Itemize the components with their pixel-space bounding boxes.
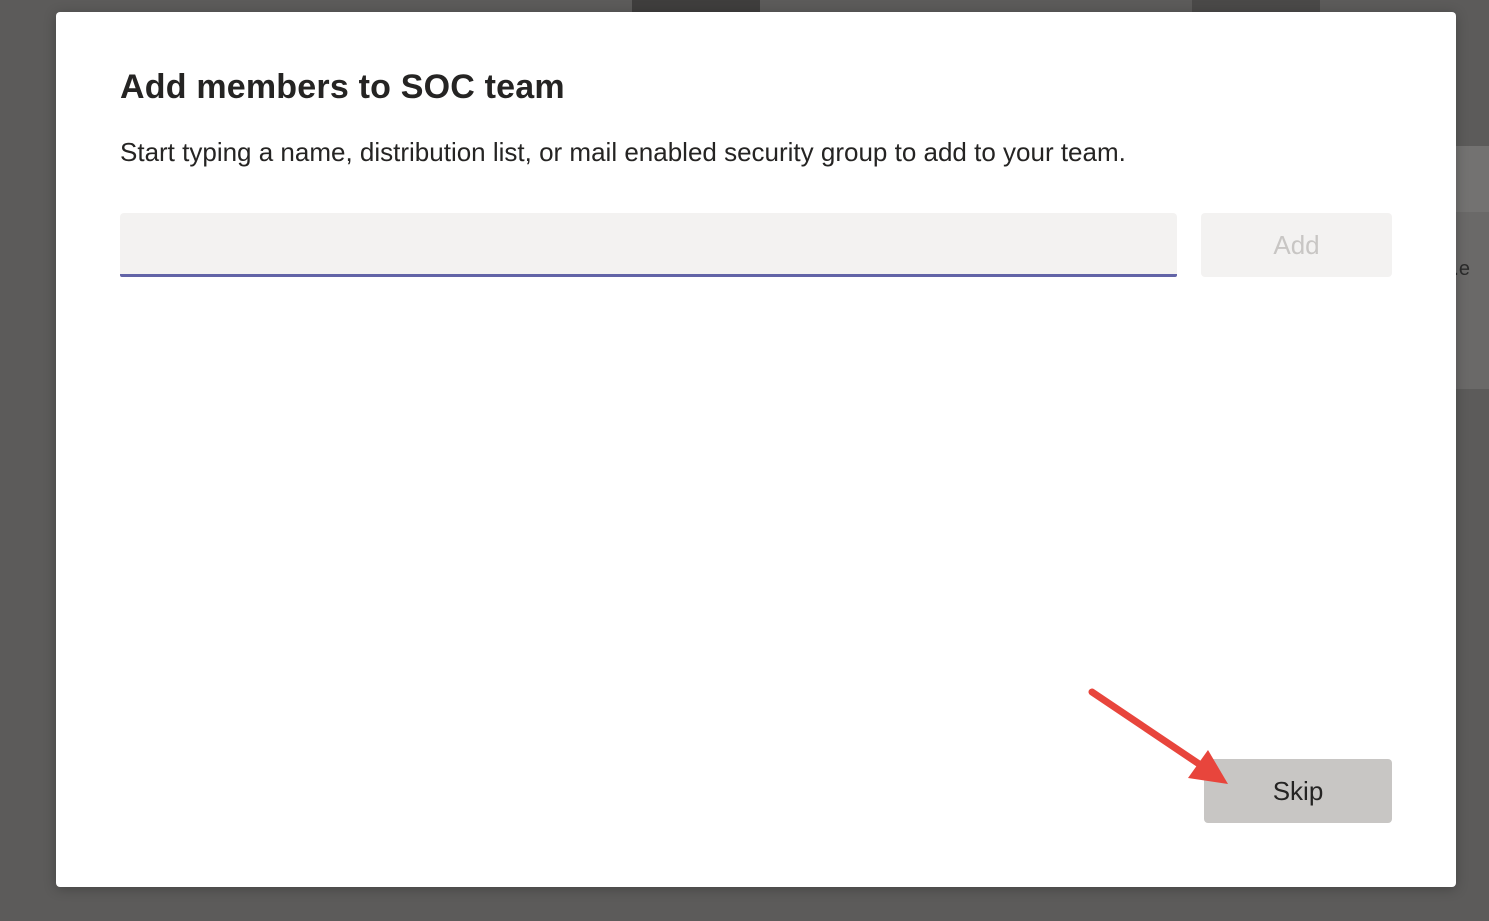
background-tab (632, 0, 760, 12)
dialog-title: Add members to SOC team (120, 68, 565, 106)
member-search-input[interactable] (120, 213, 1177, 274)
background-tab (1192, 0, 1320, 12)
annotation-arrow-icon (1088, 688, 1228, 784)
add-members-dialog: Add members to SOC team Start typing a n… (56, 12, 1456, 887)
background-text: e. (1456, 258, 1470, 280)
add-button[interactable]: Add (1201, 213, 1392, 277)
background-panel-header (1456, 146, 1489, 212)
dialog-subtitle: Start typing a name, distribution list, … (120, 137, 1126, 167)
member-search-field (120, 213, 1177, 277)
